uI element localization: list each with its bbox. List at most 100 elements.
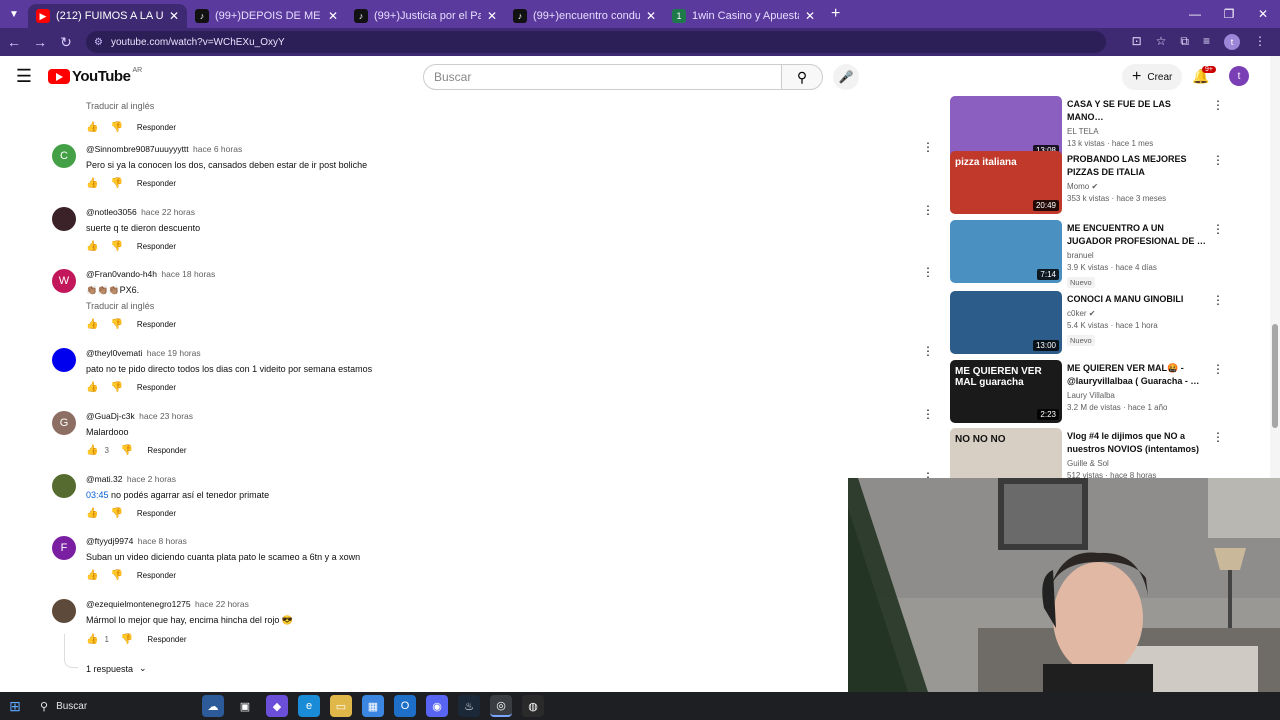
task-view-icon[interactable]: ▣	[234, 695, 256, 717]
store-icon[interactable]: ▦	[362, 695, 384, 717]
video-menu-icon[interactable]: ⋮	[1212, 293, 1224, 307]
like-icon[interactable]: 👍	[86, 241, 98, 252]
dislike-icon[interactable]: 👎	[110, 570, 122, 581]
reply-button[interactable]: Responder	[137, 571, 176, 580]
translate-link[interactable]: Traducir al inglés	[86, 301, 906, 311]
comment-avatar[interactable]: W	[52, 269, 76, 293]
forward-icon[interactable]: →	[28, 34, 52, 50]
discord-icon[interactable]: ◉	[426, 695, 448, 717]
reply-button[interactable]: Responder	[137, 320, 176, 329]
widgets-icon[interactable]: ☁	[202, 695, 224, 717]
profile-avatar[interactable]: t	[1224, 34, 1240, 50]
page-scrollbar[interactable]	[1270, 56, 1280, 478]
like-icon[interactable]: 👍	[86, 570, 98, 581]
comment-menu-icon[interactable]: ⋮	[922, 203, 934, 217]
extensions-icon[interactable]: ⧉	[1180, 34, 1189, 50]
channel-name[interactable]: Guille & Sol	[1067, 459, 1109, 468]
comment-author[interactable]: @notleo3056	[86, 207, 137, 217]
comment-time[interactable]: hace 22 horas	[141, 207, 195, 217]
comment-time[interactable]: hace 6 horas	[193, 144, 242, 154]
video-menu-icon[interactable]: ⋮	[1212, 153, 1224, 167]
close-icon[interactable]: ✕	[1246, 0, 1280, 28]
comment-menu-icon[interactable]: ⋮	[922, 140, 934, 154]
tab-close-icon[interactable]: ✕	[487, 9, 497, 23]
comment-time[interactable]: hace 22 horas	[195, 599, 249, 609]
timestamp-link[interactable]: 03:45	[86, 490, 109, 500]
video-title[interactable]: Vlog #4 le dijimos que NO a nuestros NOV…	[1067, 430, 1207, 456]
comment-time[interactable]: hace 8 horas	[138, 536, 187, 546]
video-title[interactable]: CASA Y SE FUE DE LAS MANO…	[1067, 98, 1207, 124]
video-menu-icon[interactable]: ⋮	[1212, 430, 1224, 444]
dislike-icon[interactable]: 👎	[110, 241, 122, 252]
comment-author[interactable]: @ftyydj9974	[86, 536, 133, 546]
reply-button[interactable]: Responder	[137, 123, 176, 132]
dislike-icon[interactable]: 👎	[121, 445, 133, 456]
tab-close-icon[interactable]: ✕	[805, 9, 815, 23]
tab-search-icon[interactable]: ▼	[0, 0, 28, 28]
restore-icon[interactable]: ❐	[1212, 0, 1246, 28]
comment-author[interactable]: @Sinnombre9087uuuyyyttt	[86, 144, 189, 154]
comment-menu-icon[interactable]: ⋮	[922, 344, 934, 358]
comment-time[interactable]: hace 2 horas	[127, 474, 176, 484]
dislike-icon[interactable]: 👎	[110, 319, 122, 330]
channel-name[interactable]: Momo	[1067, 182, 1089, 191]
comment-author[interactable]: @mati.32	[86, 474, 123, 484]
view-replies-button[interactable]: 1 respuesta ⌄	[86, 663, 147, 674]
tab-close-icon[interactable]: ✕	[328, 9, 338, 23]
create-button[interactable]: + Crear	[1122, 64, 1183, 90]
tab-close-icon[interactable]: ✕	[646, 9, 656, 23]
windows-start-icon[interactable]: ⊞	[0, 698, 30, 715]
outlook-icon[interactable]: O	[394, 695, 416, 717]
video-title[interactable]: ME ENCUENTRO A UN JUGADOR PROFESIONAL DE…	[1067, 222, 1207, 248]
related-video[interactable]: pizza italiana 20:49 PROBANDO LAS MEJORES …	[950, 151, 1270, 215]
new-tab-button[interactable]: +	[831, 5, 840, 23]
reload-icon[interactable]: ↻	[54, 34, 78, 51]
tab-close-icon[interactable]: ✕	[169, 9, 179, 23]
search-input[interactable]: Buscar	[423, 64, 782, 90]
comment-avatar[interactable]	[52, 474, 76, 498]
comment-avatar[interactable]: F	[52, 536, 76, 560]
video-title[interactable]: CONOCI A MANU GINOBILI	[1067, 293, 1207, 306]
related-video[interactable]: 7:14 ME ENCUENTRO A UN JUGADOR PROFESIONA…	[950, 220, 1270, 288]
video-title[interactable]: PROBANDO LAS MEJORES PIZZAS DE ITALIA	[1067, 153, 1207, 179]
video-thumbnail[interactable]: ME QUIEREN VER MAL guaracha 2:23	[950, 360, 1062, 423]
minimize-icon[interactable]: —	[1178, 0, 1212, 28]
comment-avatar[interactable]: G	[52, 411, 76, 435]
comment-time[interactable]: hace 23 horas	[139, 411, 193, 421]
search-button[interactable]: ⚲	[781, 64, 823, 90]
bookmark-star-icon[interactable]: ☆	[1156, 34, 1167, 50]
install-app-icon[interactable]: ⊡	[1132, 34, 1142, 50]
like-icon[interactable]: 👍	[86, 508, 98, 519]
like-icon[interactable]: 👍	[86, 382, 98, 393]
channel-name[interactable]: EL TELA	[1067, 127, 1099, 136]
voice-search-button[interactable]: 🎤	[833, 64, 859, 90]
like-icon[interactable]: 👍	[86, 319, 98, 330]
url-field[interactable]: ⚙ youtube.com/watch?v=WChEXu_OxyY	[86, 31, 1106, 53]
comment-avatar[interactable]	[52, 599, 76, 623]
account-avatar[interactable]: t	[1229, 66, 1249, 86]
browser-tab[interactable]: ▶ (212) FUIMOS A LA UNICA PAR… ✕	[28, 4, 187, 28]
browser-tab[interactable]: ♪ (99+)Justicia por el Padre: Men… ✕	[346, 4, 505, 28]
video-thumbnail[interactable]: 7:14	[950, 220, 1062, 283]
like-icon[interactable]: 👍	[86, 445, 98, 456]
comment-author[interactable]: @theyl0vemati	[86, 348, 142, 358]
video-title[interactable]: ME QUIEREN VER MAL🤬 - @lauryvillalbaa ( …	[1067, 362, 1207, 388]
comment-menu-icon[interactable]: ⋮	[922, 265, 934, 279]
browser-menu-icon[interactable]: ⋮	[1254, 34, 1266, 50]
steam-icon[interactable]: ♨	[458, 695, 480, 717]
dislike-icon[interactable]: 👎	[110, 122, 122, 133]
comment-author[interactable]: @GuaDj-c3k	[86, 411, 135, 421]
related-video[interactable]: 13:00 CONOCI A MANU GINOBILI c0ker ✔ 5.4 K …	[950, 291, 1270, 355]
like-icon[interactable]: 👍	[86, 178, 98, 189]
scrollbar-thumb[interactable]	[1272, 324, 1278, 428]
youtube-logo[interactable]: YouTube AR	[48, 67, 142, 85]
copilot-icon[interactable]: ◆	[266, 695, 288, 717]
reply-button[interactable]: Responder	[137, 383, 176, 392]
reply-button[interactable]: Responder	[137, 509, 176, 518]
taskbar-search[interactable]: ⚲ Buscar	[32, 695, 172, 717]
menu-icon[interactable]: ☰	[0, 66, 48, 87]
site-info-icon[interactable]: ⚙	[94, 37, 103, 48]
comment-author[interactable]: @ezequielmontenegro1275	[86, 599, 191, 609]
channel-name[interactable]: Laury Villalba	[1067, 391, 1115, 400]
comment-avatar[interactable]	[52, 207, 76, 231]
